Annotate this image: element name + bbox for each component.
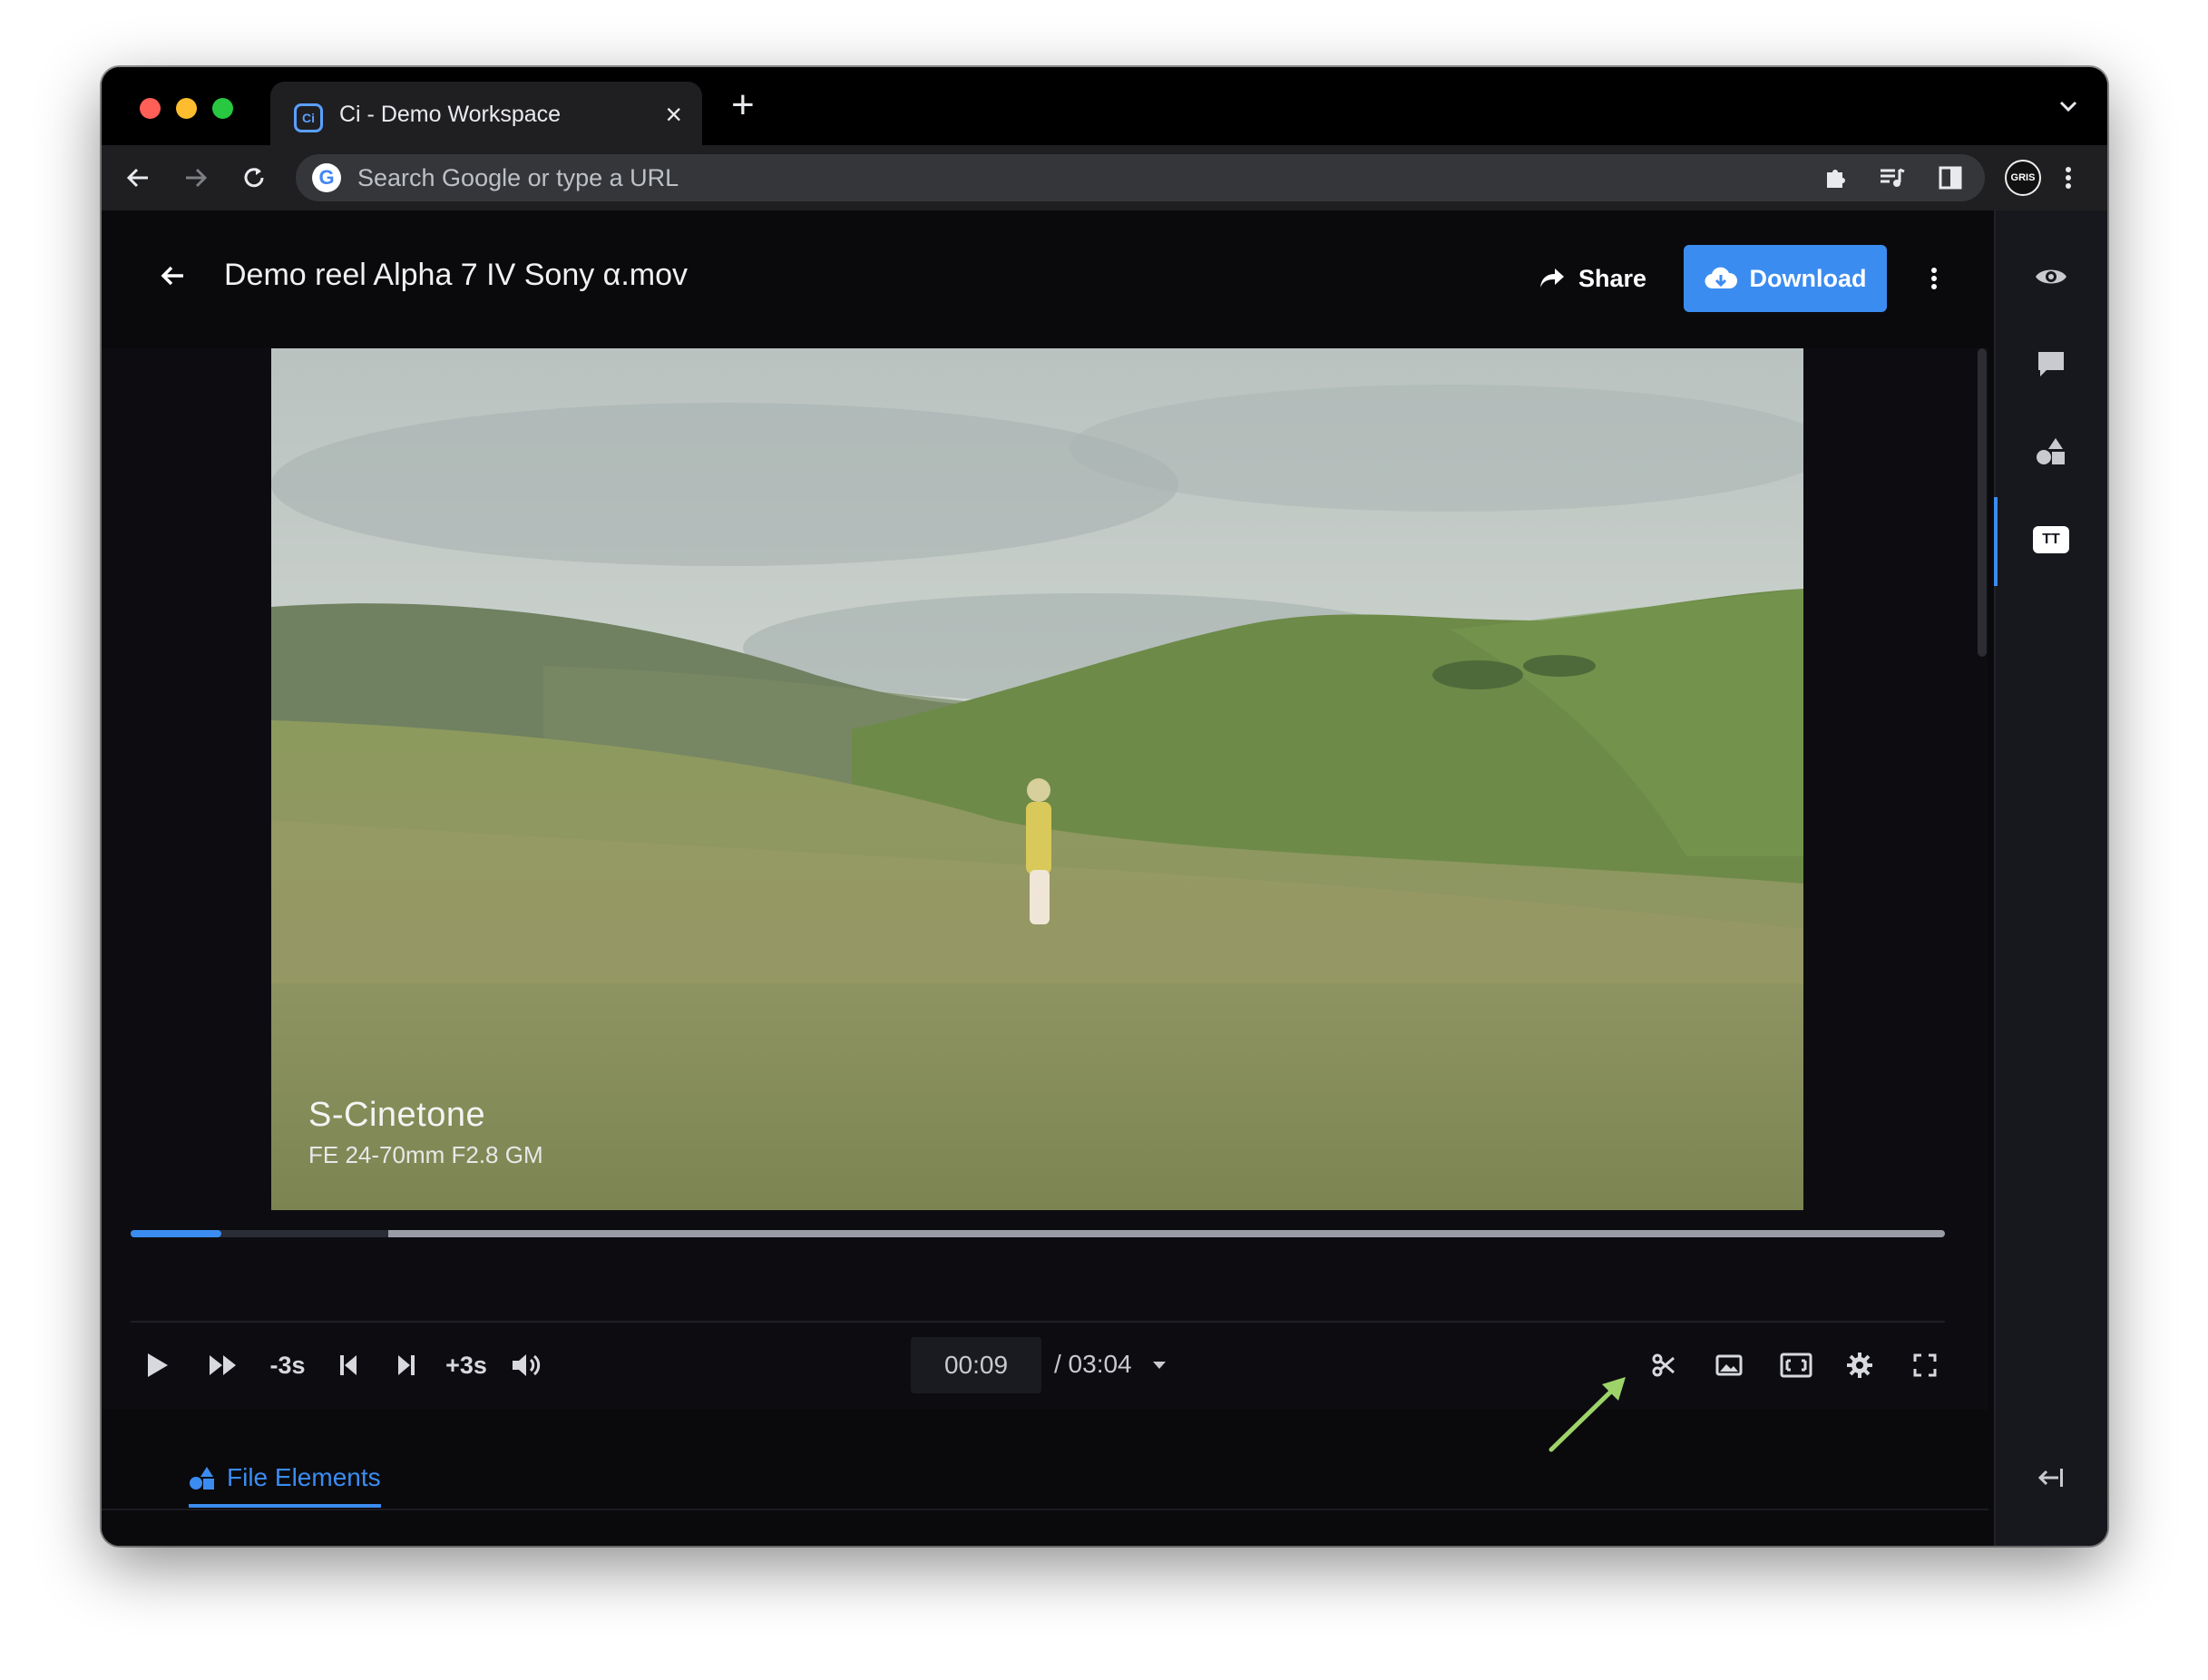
- duration-label: / 03:04: [1054, 1350, 1132, 1378]
- file-header: Demo reel Alpha 7 IV Sony α.mov Share Do…: [102, 210, 2034, 348]
- fullscreen-icon[interactable]: [1905, 1343, 1945, 1388]
- player-stage: S-Cinetone FE 24-70mm F2.8 GM -3s +3s 00…: [102, 348, 1988, 1546]
- download-button[interactable]: Download: [1684, 245, 1887, 312]
- download-label: Download: [1749, 264, 1867, 292]
- tab-close-icon[interactable]: ×: [665, 98, 682, 131]
- scissors-icon[interactable]: [1644, 1343, 1684, 1388]
- playback-timeline[interactable]: [131, 1230, 1945, 1237]
- back-arrow-icon[interactable]: [118, 158, 158, 198]
- image-icon[interactable]: [1709, 1343, 1749, 1388]
- google-g-icon: G: [312, 163, 341, 192]
- tab-title: Ci - Demo Workspace: [339, 102, 562, 127]
- url-input[interactable]: [357, 154, 1900, 201]
- next-frame-icon[interactable]: [388, 1343, 425, 1388]
- comment-icon[interactable]: [2028, 341, 2074, 386]
- landscape-video-image: [271, 348, 1803, 1210]
- file-tabs-bar: File Elements: [102, 1410, 1988, 1546]
- share-arrow-icon: [1540, 269, 1564, 288]
- side-panel-icon[interactable]: [1930, 158, 1970, 198]
- shapes-icon: [190, 1467, 214, 1490]
- video-frame[interactable]: S-Cinetone FE 24-70mm F2.8 GM: [271, 348, 1803, 1210]
- chevron-down-icon[interactable]: [2057, 94, 2080, 118]
- browser-toolbar: G GRIS: [102, 145, 2107, 210]
- browser-tab[interactable]: Ci Ci - Demo Workspace ×: [270, 82, 702, 145]
- fast-forward-icon[interactable]: [203, 1343, 243, 1388]
- extensions-puzzle-icon[interactable]: [1816, 158, 1856, 198]
- skip-back-button[interactable]: -3s: [263, 1343, 312, 1388]
- new-tab-icon[interactable]: +: [731, 85, 755, 125]
- browser-window: Ci Ci - Demo Workspace × + G Search Goog…: [102, 67, 2107, 1546]
- play-icon[interactable]: [140, 1343, 176, 1388]
- more-options-icon[interactable]: [1916, 252, 1952, 305]
- current-time[interactable]: 00:09: [911, 1337, 1041, 1393]
- overlay-title: S-Cinetone: [308, 1096, 486, 1134]
- tab-strip: Ci Ci - Demo Workspace × +: [102, 67, 2107, 145]
- aspect-ratio-icon[interactable]: [1774, 1343, 1818, 1388]
- annotation-arrow-icon: [1544, 1373, 1635, 1460]
- player-controls: -3s +3s 00:09 / 03:04: [131, 1323, 1945, 1410]
- vertical-scrollbar[interactable]: [1978, 348, 1987, 657]
- rail-active-indicator: [1994, 497, 1998, 586]
- file-title: Demo reel Alpha 7 IV Sony α.mov: [224, 258, 689, 292]
- cloud-download-icon: [1705, 267, 1737, 289]
- profile-avatar[interactable]: GRIS: [2005, 160, 2041, 196]
- maximize-window-button[interactable]: [212, 98, 233, 119]
- tabs-divider: [102, 1509, 1988, 1510]
- text-tt-icon[interactable]: TT: [2028, 517, 2074, 562]
- skip-forward-button[interactable]: +3s: [439, 1343, 493, 1388]
- share-button[interactable]: Share: [1539, 252, 1656, 305]
- kebab-menu-icon[interactable]: [2048, 158, 2088, 198]
- caret-down-icon[interactable]: [1150, 1359, 1168, 1372]
- tab-file-elements[interactable]: File Elements: [189, 1451, 381, 1508]
- omnibox[interactable]: G: [296, 154, 1985, 201]
- volume-icon[interactable]: [504, 1343, 550, 1388]
- forward-arrow-icon[interactable]: [176, 158, 216, 198]
- media-queue-icon[interactable]: [1872, 158, 1912, 198]
- overlay-subtitle: FE 24-70mm F2.8 GM: [308, 1141, 543, 1168]
- minimize-window-button[interactable]: [176, 98, 197, 119]
- collapse-panel-icon[interactable]: [2028, 1455, 2074, 1500]
- timeline-progress: [131, 1230, 221, 1237]
- right-rail: TT: [1994, 210, 2107, 1546]
- eye-icon[interactable]: [2028, 254, 2074, 299]
- reload-icon[interactable]: [234, 158, 274, 198]
- previous-frame-icon[interactable]: [330, 1343, 366, 1388]
- close-window-button[interactable]: [140, 98, 161, 119]
- ci-favicon-icon: Ci: [294, 103, 323, 132]
- back-arrow-icon[interactable]: [147, 250, 198, 301]
- file-tab-label: File Elements: [227, 1463, 381, 1491]
- shapes-icon[interactable]: [2028, 428, 2074, 474]
- share-label: Share: [1578, 264, 1647, 292]
- settings-gear-icon[interactable]: [1840, 1343, 1880, 1388]
- app-viewport: Demo reel Alpha 7 IV Sony α.mov Share Do…: [102, 210, 2107, 1546]
